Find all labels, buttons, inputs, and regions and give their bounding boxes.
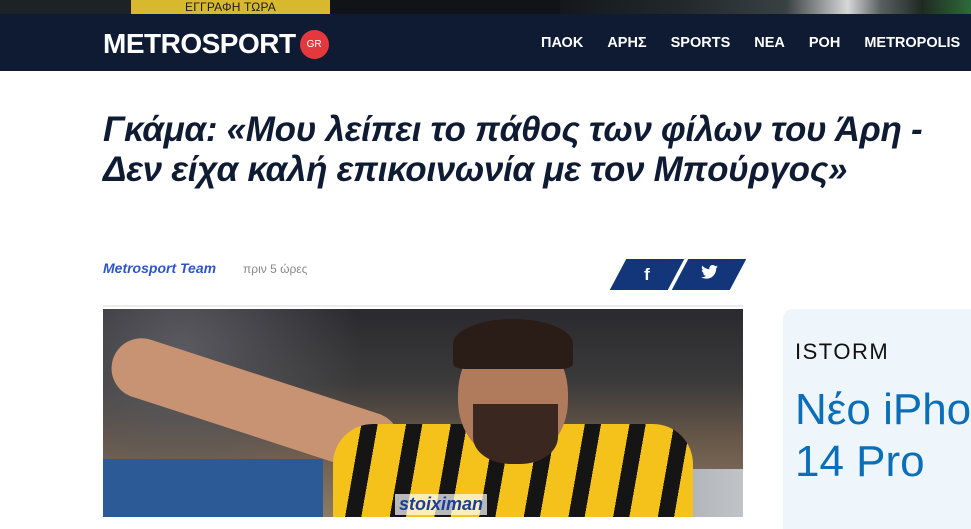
menu-item-paok[interactable]: ΠΑΟΚ (541, 35, 583, 51)
share-twitter-button[interactable] (671, 259, 747, 290)
ad-brand-name: ISTORM (795, 339, 890, 364)
ad-register-button[interactable]: ΕΓΓΡΑΦΗ ΤΩΡΑ (131, 0, 330, 14)
article-headline: Γκάμα: «Μου λείπει το πάθος των φίλων το… (103, 110, 923, 189)
menu-item-aris[interactable]: ΑΡΗΣ (607, 35, 646, 51)
site-header: METROSPORT GR ΠΑΟΚ ΑΡΗΣ SPORTS ΝΕΑ ΡΟΗ M… (0, 14, 971, 71)
ad-promo-text: Νέο iPhone 14 Pro (795, 385, 971, 486)
site-logo[interactable]: METROSPORT GR (103, 28, 329, 59)
jersey-sponsor-text: stoiximan (395, 494, 488, 515)
logo-wordmark: METROSPORT (103, 28, 296, 59)
facebook-icon: f (644, 264, 650, 284)
author-link[interactable]: Metrosport Team (103, 260, 216, 276)
logo-gr-badge: GR (299, 29, 329, 59)
ad-image-right (560, 0, 971, 14)
menu-item-nea[interactable]: ΝΕΑ (754, 35, 785, 51)
sidebar-ad[interactable]: ISTORM Νέο iPhone 14 Pro (783, 309, 971, 529)
main-menu: ΠΑΟΚ ΑΡΗΣ SPORTS ΝΕΑ ΡΟΗ METROPOLIS (541, 14, 971, 71)
menu-item-roi[interactable]: ΡΟΗ (809, 35, 840, 51)
publish-time: πριν 5 ώρες (243, 262, 308, 276)
menu-item-sports[interactable]: SPORTS (671, 35, 731, 51)
meta-divider (103, 305, 743, 307)
ad-image-left (0, 0, 131, 14)
share-facebook-button[interactable]: f (609, 259, 685, 290)
article-hero-image: stoiximan (103, 309, 743, 517)
menu-item-metropolis[interactable]: METROPOLIS (864, 35, 960, 51)
top-ad-banner[interactable]: ΕΓΓΡΑΦΗ ΤΩΡΑ (0, 0, 971, 14)
twitter-icon (700, 265, 718, 284)
